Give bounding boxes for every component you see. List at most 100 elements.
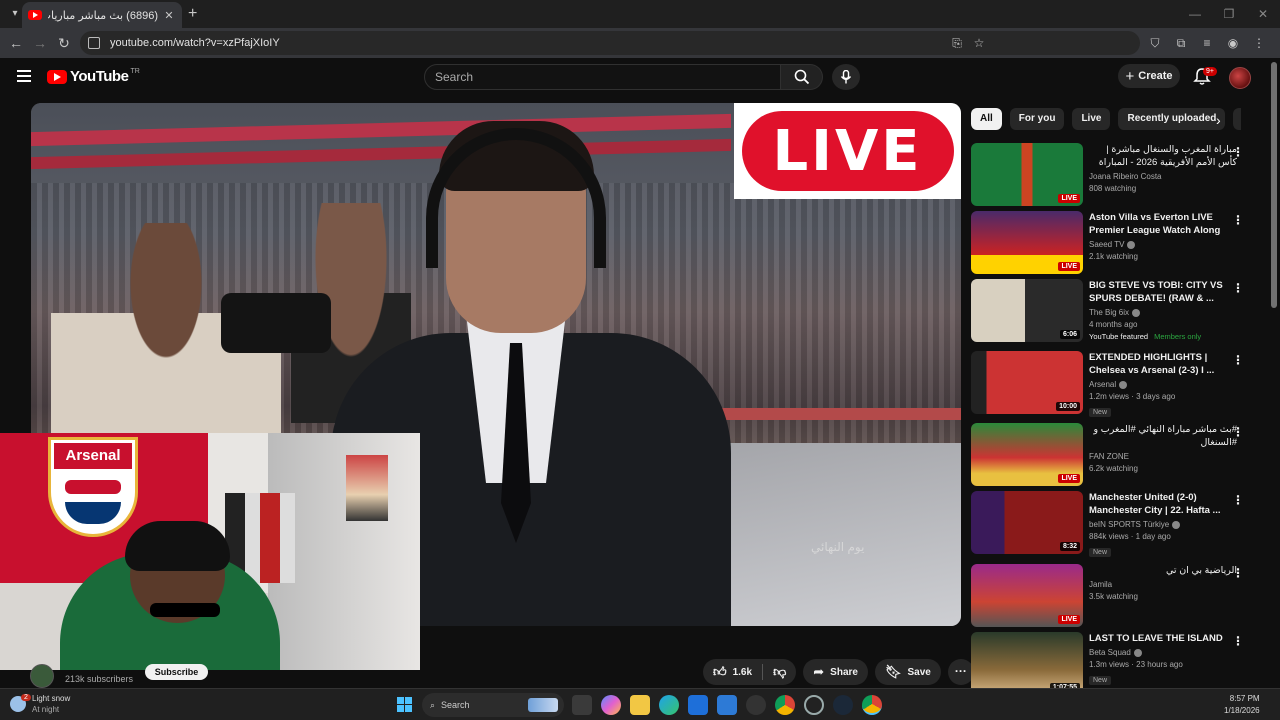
recommendation-item[interactable]: LIVE الرياضية بي ان تي Jamila 3.5k watching… [971,564,1261,628]
recommendation-title[interactable]: Aston Villa vs Everton LIVE Premier Leag… [1089,211,1237,237]
file-explorer-icon[interactable] [630,695,650,715]
store-icon[interactable] [688,695,708,715]
chrome-icon[interactable] [775,695,795,715]
profile-icon[interactable]: ◉ [1220,31,1246,55]
minimize-icon[interactable]: — [1178,0,1212,28]
more-options-icon[interactable]: ⋮ [1232,425,1244,439]
recommendation-item[interactable]: 8:32 Manchester United (2-0) Manchester C… [971,491,1261,557]
more-options-icon[interactable]: ⋮ [1232,281,1244,295]
video-thumbnail[interactable]: 8:32 [971,491,1083,554]
video-camera [221,293,331,353]
recommendation-channel[interactable]: Jamila [1089,580,1237,589]
more-options-icon[interactable]: ⋮ [1232,213,1244,227]
new-tab-button[interactable]: + [188,5,197,23]
cast-icon[interactable]: ⎘ [946,31,968,55]
video-thumbnail[interactable]: LIVE [971,143,1083,206]
chip-recently-uploaded[interactable]: Recently uploaded [1118,108,1226,130]
recommendation-item[interactable]: 1:07:55 LAST TO LEAVE THE ISLAND Beta Squa… [971,632,1261,696]
recommendation-title[interactable]: الرياضية بي ان تي [1089,564,1237,577]
recommendation-title[interactable]: BIG STEVE VS TOBI: CITY VS SPURS DEBATE!… [1089,279,1237,305]
obs-icon[interactable] [804,695,824,715]
video-thumbnail[interactable]: LIVE [971,423,1083,486]
streamer-hair [125,521,230,571]
taskbar-search[interactable]: ⌕ Search [422,693,564,717]
video-thumbnail[interactable]: LIVE [971,211,1083,274]
like-count[interactable]: 1.6k [733,667,752,678]
tab-search-icon[interactable]: ▾ [8,7,22,21]
more-options-icon[interactable]: ⋮ [1232,145,1244,159]
recommendation-item[interactable]: LIVE مباراة المغرب والسنغال مباشرة | كأس … [971,143,1261,207]
more-actions-button[interactable]: ··· [947,659,974,685]
recommendation-item[interactable]: 6:06 BIG STEVE VS TOBI: CITY VS SPURS DEB… [971,279,1261,343]
copilot-icon[interactable] [601,695,621,715]
like-icon[interactable]: 👍︎ [713,664,727,680]
account-avatar[interactable] [1229,67,1251,89]
save-button[interactable]: 🔖︎ Save [874,659,941,685]
search-button[interactable] [781,64,823,90]
recommendation-title[interactable]: LAST TO LEAVE THE ISLAND [1089,632,1237,645]
bookmark-star-icon[interactable]: ☆ [968,31,990,55]
recommendation-item[interactable]: LIVE Aston Villa vs Everton LIVE Premier … [971,211,1261,275]
maximize-icon[interactable]: ❐ [1212,0,1246,28]
forward-icon[interactable]: → [28,35,52,51]
voice-search-button[interactable] [832,64,860,90]
weather-widget[interactable]: 2 Light snow At night [10,693,70,715]
recommendation-channel[interactable]: Joana Ribeiro Costa [1089,172,1237,181]
video-thumbnail[interactable]: 1:07:55 [971,632,1083,695]
shield-extension-icon[interactable]: ⛉ [1142,31,1168,55]
recommendation-channel[interactable]: Beta Squad [1089,648,1237,657]
youtube-logo[interactable]: YouTube TR [47,68,140,85]
more-options-icon[interactable]: ⋮ [1232,353,1244,367]
task-view-icon[interactable] [572,695,592,715]
share-button[interactable]: ➦ Share [803,659,868,685]
site-info-icon[interactable] [88,37,100,49]
media-control-icon[interactable]: ≡ [1194,31,1220,55]
chip-watched[interactable]: W [1233,108,1241,130]
mail-icon[interactable] [717,695,737,715]
chip-live[interactable]: Live [1072,108,1111,130]
back-icon[interactable]: ← [4,35,28,51]
browser-tab-active[interactable]: (6896) بث مباشر مباريات الي ✕ [22,2,182,28]
recommendation-channel[interactable]: The Big 6ix [1089,308,1237,317]
recommendation-item[interactable]: 10:00 EXTENDED HIGHLIGHTS | Chelsea vs Ar… [971,351,1261,417]
reload-icon[interactable]: ↻ [52,35,76,52]
hamburger-menu-icon[interactable] [17,70,31,82]
video-thumbnail[interactable]: LIVE [971,564,1083,627]
recommendation-title[interactable]: مباراة المغرب والسنغال مباشرة | كأس الأم… [1089,143,1237,169]
recommendation-title[interactable]: EXTENDED HIGHLIGHTS | Chelsea vs Arsenal… [1089,351,1237,377]
edge-icon[interactable] [659,695,679,715]
recommendation-title[interactable]: #بث مباشر مباراة النهائي #المغرب و #السن… [1089,423,1237,449]
dislike-icon[interactable]: 👎︎ [773,664,786,680]
recommendation-channel[interactable]: Arsenal [1089,380,1237,389]
channel-avatar[interactable] [30,664,54,688]
search-input[interactable]: Search [424,64,781,90]
recommendation-item[interactable]: LIVE #بث مباشر مباراة النهائي #المغرب و #… [971,423,1261,487]
video-thumbnail[interactable]: 10:00 [971,351,1083,414]
recommendation-meta: 3.5k watching [1089,592,1138,601]
video-thumbnail[interactable]: 6:06 [971,279,1083,342]
chrome-active-icon[interactable] [862,695,882,715]
chip-for-you[interactable]: For you [1009,108,1065,130]
page-scrollbar[interactable] [1271,62,1277,308]
recommendation-channel[interactable]: FAN ZONE [1089,452,1237,461]
app-icon[interactable] [746,695,766,715]
close-window-icon[interactable]: ✕ [1246,0,1280,28]
recommendation-channel[interactable]: beIN SPORTS Türkiye [1089,520,1237,529]
url-bar[interactable]: youtube.com/watch?v=xzPfajXIoIY ⎘ ☆ [80,31,1140,55]
more-options-icon[interactable]: ⋮ [1232,493,1244,507]
windows-start-icon[interactable] [397,697,412,712]
system-clock[interactable]: 8:57 PM 1/18/2026 [1224,693,1260,717]
create-button[interactable]: + Create [1118,64,1180,88]
chevron-right-icon[interactable]: › [1216,112,1221,128]
more-options-icon[interactable]: ⋮ [1232,566,1244,580]
recommendation-channel[interactable]: Saeed TV [1089,240,1237,249]
more-options-icon[interactable]: ⋮ [1232,634,1244,648]
steam-icon[interactable] [833,695,853,715]
puzzle-extension-icon[interactable]: ⧉ [1168,31,1194,55]
search-bar: Search [424,64,823,90]
subscribe-button[interactable]: Subscribe [145,664,208,680]
recommendation-title[interactable]: Manchester United (2-0) Manchester City … [1089,491,1237,517]
chip-all[interactable]: All [971,108,1002,130]
tab-close-icon[interactable]: ✕ [162,9,176,22]
chrome-menu-icon[interactable]: ⋮ [1246,31,1272,55]
